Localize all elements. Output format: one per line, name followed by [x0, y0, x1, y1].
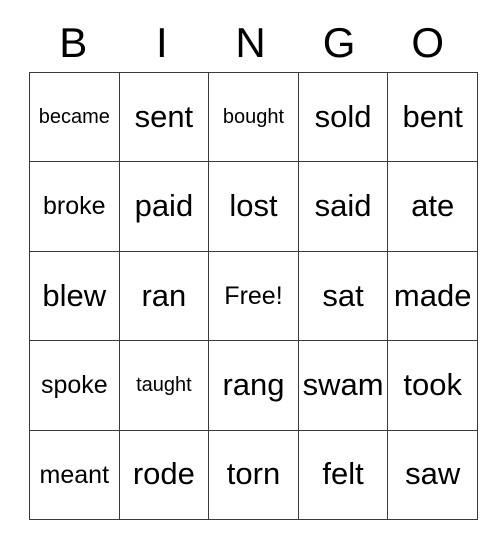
bingo-cell[interactable]: meant	[29, 429, 120, 520]
bingo-cell[interactable]: saw	[387, 429, 478, 520]
bingo-cell[interactable]: said	[297, 161, 389, 252]
bingo-cell-free-space[interactable]: Free!	[208, 250, 299, 342]
bingo-cell[interactable]: bent	[387, 71, 478, 163]
bingo-header-letter-i: I	[156, 19, 168, 66]
bingo-cell[interactable]: took	[387, 340, 478, 431]
bingo-row: meant rode torn felt saw	[29, 429, 478, 520]
bingo-card: B I N G O became sent bought sold bent b…	[29, 0, 478, 520]
bingo-cell[interactable]: paid	[118, 161, 210, 252]
bingo-cell[interactable]: spoke	[29, 340, 120, 431]
bingo-cell[interactable]: rode	[118, 429, 210, 520]
bingo-cell[interactable]: broke	[29, 161, 120, 252]
bingo-cell[interactable]: sent	[118, 71, 210, 163]
bingo-cell[interactable]: torn	[208, 429, 299, 520]
bingo-cell[interactable]: sold	[297, 71, 389, 163]
bingo-row: spoke taught rang swam took	[29, 340, 478, 431]
bingo-cell[interactable]: ate	[387, 161, 478, 252]
bingo-header-letter-g: G	[322, 19, 356, 66]
bingo-row: broke paid lost said ate	[29, 161, 478, 252]
bingo-row: blew ran Free! sat made	[29, 250, 478, 342]
bingo-header-letter-b: B	[59, 19, 88, 66]
bingo-grid: became sent bought sold bent broke paid …	[29, 71, 478, 520]
bingo-header-letter-n: N	[235, 19, 266, 66]
bingo-cell[interactable]: rang	[208, 340, 299, 431]
bingo-cell[interactable]: swam	[297, 340, 389, 431]
bingo-header-row: B I N G O	[29, 0, 472, 72]
bingo-row: became sent bought sold bent	[29, 71, 478, 163]
bingo-cell[interactable]: felt	[297, 429, 389, 520]
bingo-cell[interactable]: bought	[208, 71, 299, 163]
bingo-cell[interactable]: sat	[297, 250, 389, 342]
bingo-cell[interactable]: became	[29, 71, 120, 163]
bingo-cell[interactable]: lost	[208, 161, 299, 252]
bingo-cell[interactable]: taught	[118, 340, 210, 431]
bingo-cell[interactable]: made	[387, 250, 478, 342]
bingo-cell[interactable]: ran	[118, 250, 210, 342]
bingo-cell[interactable]: blew	[29, 250, 120, 342]
bingo-header-letter-o: O	[411, 19, 444, 66]
